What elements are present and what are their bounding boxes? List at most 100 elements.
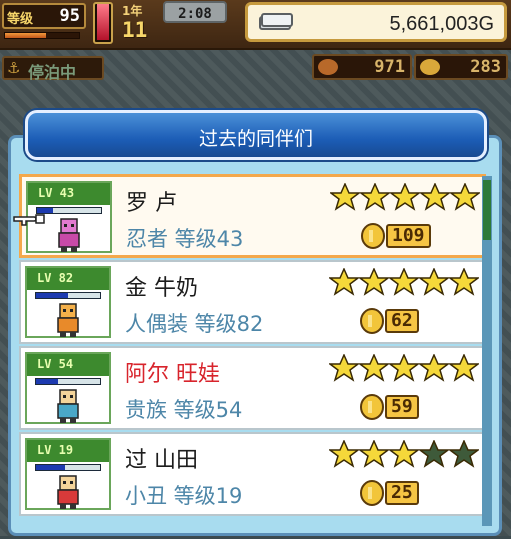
star-filled-icon bbox=[388, 182, 422, 211]
companion-sprite-icon bbox=[57, 475, 79, 509]
star-filled-icon bbox=[358, 182, 392, 211]
level-badge: LV 82 bbox=[27, 268, 109, 290]
clock-value: 2:08 bbox=[178, 6, 212, 22]
exp-fill bbox=[36, 465, 65, 470]
gold-coin-icon bbox=[360, 394, 384, 420]
hire-price-value: 59 bbox=[385, 395, 419, 419]
coin-resource: 283 bbox=[414, 54, 508, 80]
companion-row[interactable]: LV 43 罗 卢 忍者 等级43 109 bbox=[19, 174, 486, 258]
star-empty-icon bbox=[447, 439, 481, 468]
anchor-icon: ⚓ bbox=[7, 59, 21, 77]
hire-price-value: 25 bbox=[385, 481, 419, 505]
exp-bar bbox=[35, 464, 101, 471]
companion-sprite-icon bbox=[57, 389, 79, 423]
gold-coin-icon bbox=[360, 480, 384, 506]
money-display: 5,661,003G bbox=[245, 2, 507, 42]
companion-row[interactable]: LV 54 阿尔 旺娃 贵族 等级54 59 bbox=[19, 346, 486, 430]
companion-name: 阿尔 旺娃 bbox=[125, 362, 220, 387]
level-badge-text: LV 82 bbox=[37, 271, 74, 285]
gold-coin-icon bbox=[360, 308, 384, 334]
level-badge-text: LV 43 bbox=[38, 186, 75, 200]
rating-stars bbox=[327, 439, 481, 470]
companion-sprite-icon bbox=[58, 218, 80, 252]
star-filled-icon bbox=[417, 353, 451, 382]
star-filled-icon bbox=[418, 182, 452, 211]
food-resource: 971 bbox=[312, 54, 412, 80]
money-bill-icon bbox=[259, 13, 293, 30]
star-filled-icon bbox=[357, 439, 391, 468]
hire-price: 109 bbox=[360, 221, 450, 251]
dialog-header: 过去的同伴们 bbox=[25, 110, 487, 160]
star-filled-icon bbox=[327, 439, 361, 468]
star-filled-icon bbox=[327, 267, 361, 296]
level-progress-bar bbox=[4, 32, 80, 39]
companions-dialog: LV 43 罗 卢 忍者 等级43 109 LV 82 金 牛奶 人偶装 等级8… bbox=[8, 135, 502, 536]
hire-price: 62 bbox=[359, 306, 449, 336]
companion-name: 罗 卢 bbox=[126, 191, 177, 216]
star-filled-icon bbox=[327, 353, 361, 382]
companion-name: 金 牛奶 bbox=[125, 276, 198, 301]
star-filled-icon bbox=[447, 353, 481, 382]
rating-stars bbox=[328, 182, 482, 213]
level-badge-text: LV 19 bbox=[37, 443, 74, 457]
date-block: 1年 11 bbox=[118, 2, 162, 44]
companion-list: LV 43 罗 卢 忍者 等级43 109 LV 82 金 牛奶 人偶装 等级8… bbox=[19, 174, 491, 539]
dock-label: 停泊中 bbox=[28, 63, 77, 82]
list-scrollbar[interactable] bbox=[482, 176, 492, 526]
companion-job-level: 忍者 等级43 bbox=[126, 227, 244, 251]
companion-name: 过 山田 bbox=[125, 448, 198, 473]
companion-row[interactable]: LV 82 金 牛奶 人偶装 等级82 62 bbox=[19, 260, 486, 344]
companion-job-level: 人偶装 等级82 bbox=[125, 312, 264, 336]
star-filled-icon bbox=[328, 182, 362, 211]
level-badge: LV 43 bbox=[28, 183, 110, 205]
level-badge-text: LV 54 bbox=[37, 357, 74, 371]
gold-coin-icon bbox=[361, 223, 385, 249]
companion-portrait: LV 19 bbox=[25, 438, 111, 510]
food-icon bbox=[318, 59, 338, 75]
hire-price-value: 62 bbox=[385, 309, 419, 333]
companion-job-level: 贵族 等级54 bbox=[125, 398, 243, 422]
exp-fill bbox=[36, 379, 59, 384]
star-filled-icon bbox=[357, 267, 391, 296]
date-label: 1年 bbox=[122, 4, 143, 18]
exp-bar bbox=[35, 292, 101, 299]
star-filled-icon bbox=[387, 439, 421, 468]
star-filled-icon bbox=[448, 182, 482, 211]
clock: 2:08 bbox=[163, 1, 227, 23]
hire-price: 25 bbox=[359, 478, 449, 508]
star-empty-icon bbox=[417, 439, 451, 468]
star-filled-icon bbox=[387, 353, 421, 382]
star-filled-icon bbox=[447, 267, 481, 296]
companion-sprite-icon bbox=[57, 303, 79, 337]
pointer-hand-icon bbox=[13, 214, 45, 226]
hire-price-value: 109 bbox=[386, 224, 431, 248]
companion-portrait: LV 82 bbox=[25, 266, 111, 338]
dialog-title: 过去的同伴们 bbox=[198, 128, 313, 150]
hire-price: 59 bbox=[359, 392, 449, 422]
vertical-gauge bbox=[93, 2, 113, 44]
companion-row[interactable]: LV 19 过 山田 小丑 等级19 25 bbox=[19, 432, 486, 516]
star-filled-icon bbox=[387, 267, 421, 296]
companion-portrait: LV 54 bbox=[25, 352, 111, 424]
level-label: 等级 bbox=[7, 12, 34, 27]
dock-status-tag: ⚓ 停泊中 bbox=[2, 56, 104, 82]
scroll-thumb[interactable] bbox=[483, 180, 491, 240]
money-value: 5,661,003G bbox=[389, 13, 494, 35]
companion-job-level: 小丑 等级19 bbox=[125, 484, 243, 508]
food-value: 971 bbox=[374, 57, 405, 77]
top-hud: 等级 95 1年 11 2:08 5,661,003G bbox=[0, 0, 511, 50]
level-progress-fill bbox=[5, 33, 46, 38]
player-level-box: 等级 95 bbox=[2, 3, 86, 29]
level-badge: LV 19 bbox=[27, 440, 109, 462]
rating-stars bbox=[327, 353, 481, 384]
level-badge: LV 54 bbox=[27, 354, 109, 376]
star-filled-icon bbox=[417, 267, 451, 296]
date-value: 11 bbox=[122, 18, 148, 42]
exp-fill bbox=[36, 293, 68, 298]
coin-value: 283 bbox=[470, 57, 501, 77]
gauge-fill bbox=[97, 3, 109, 40]
level-value: 95 bbox=[59, 6, 80, 26]
exp-bar bbox=[35, 378, 101, 385]
rating-stars bbox=[327, 267, 481, 298]
coin-icon bbox=[420, 59, 440, 75]
